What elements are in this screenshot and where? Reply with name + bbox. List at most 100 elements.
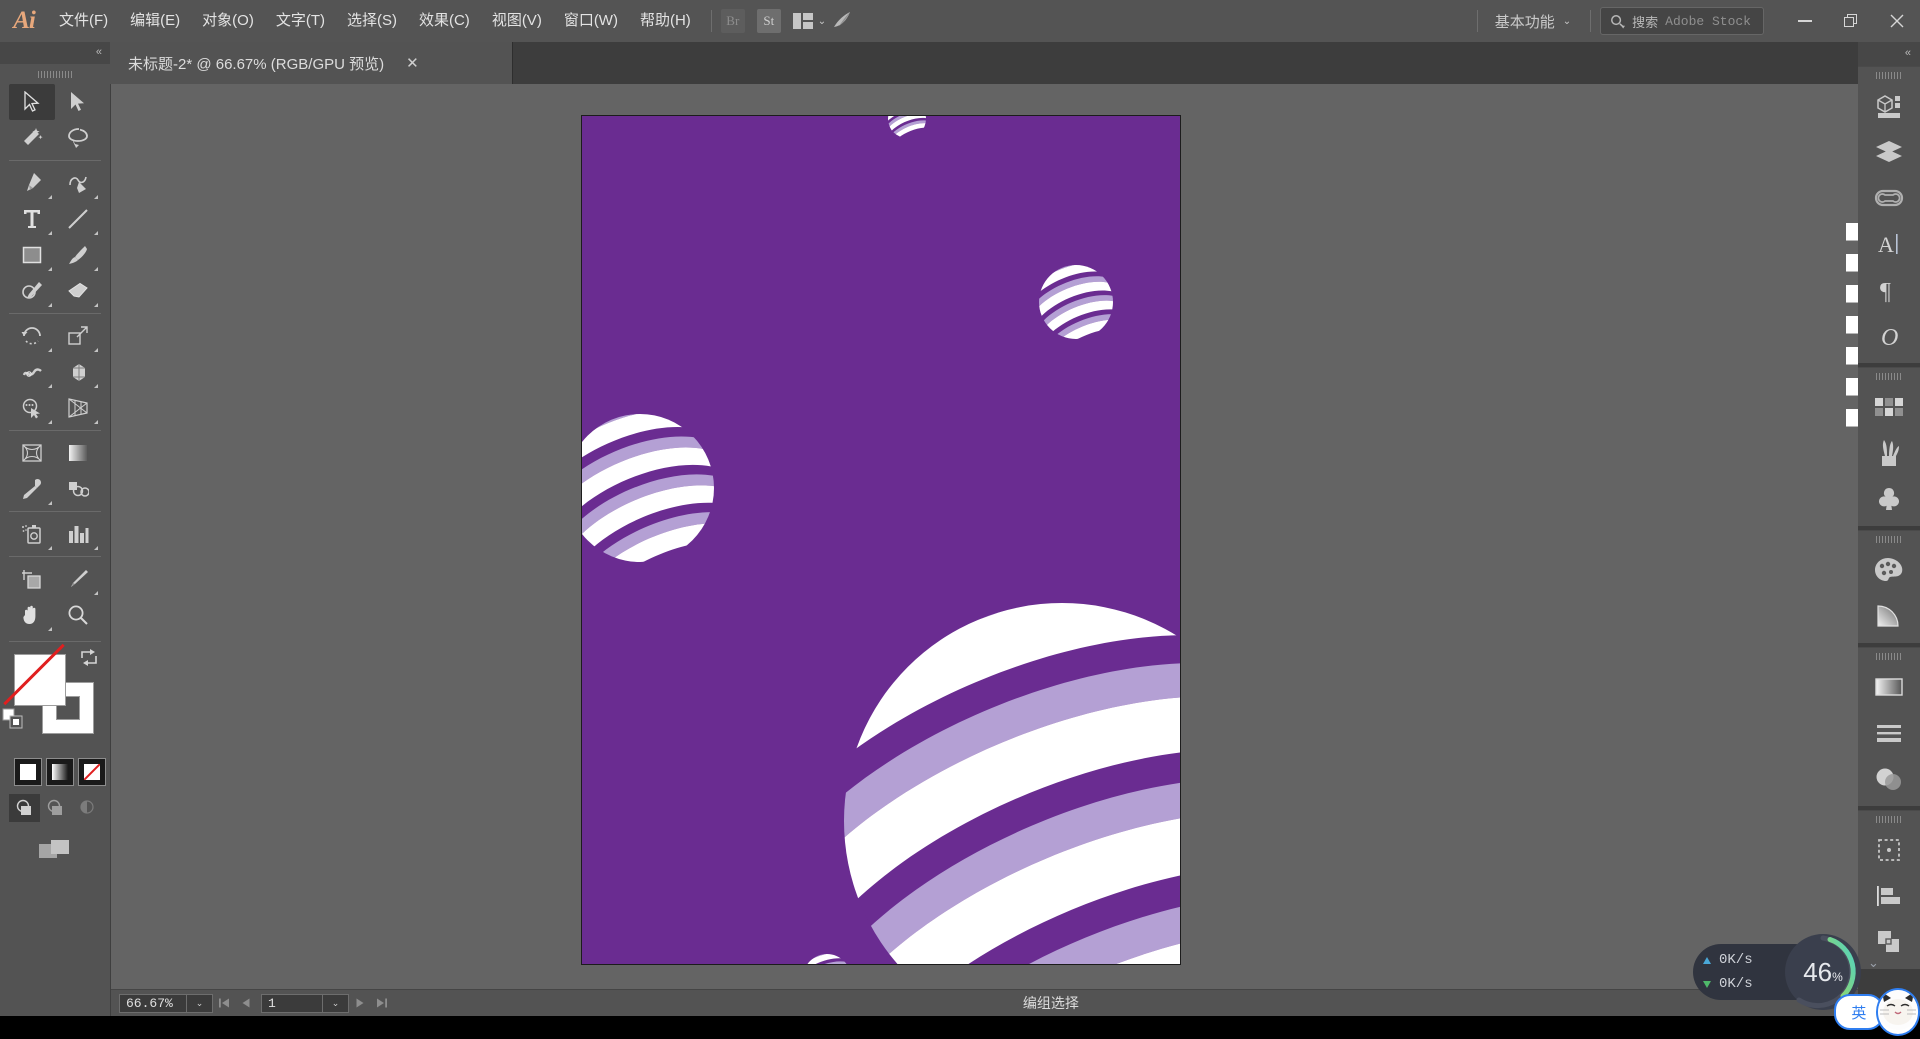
swap-fill-stroke-icon[interactable]	[78, 648, 100, 668]
zoom-dropdown-button[interactable]: ⌄	[187, 993, 213, 1013]
first-artboard-button[interactable]	[213, 991, 235, 1015]
artboard-dropdown-button[interactable]: ⌄	[323, 993, 349, 1013]
slice-tool[interactable]	[55, 561, 101, 597]
screen-mode-row	[0, 836, 110, 869]
rotate-tool[interactable]	[9, 318, 55, 354]
default-fill-stroke-icon[interactable]	[2, 708, 24, 730]
close-button[interactable]	[1874, 0, 1920, 42]
menu-view[interactable]: 视图(V)	[481, 0, 553, 42]
scale-tool[interactable]	[55, 318, 101, 354]
symbols-icon[interactable]	[1858, 476, 1920, 522]
blend-tool[interactable]	[55, 471, 101, 507]
canvas-area[interactable]: ▲ ▼	[111, 84, 1858, 1016]
bridge-button[interactable]: Br	[720, 9, 745, 33]
magic-wand-tool[interactable]	[9, 120, 55, 156]
transform-icon[interactable]	[1858, 827, 1920, 873]
menu-object[interactable]: 对象(O)	[191, 0, 265, 42]
dock-drag-handle[interactable]	[1858, 531, 1920, 547]
glyphs-icon[interactable]: O	[1858, 313, 1920, 359]
zoom-level-input[interactable]: 66.67%	[119, 993, 187, 1013]
direct-selection-tool[interactable]	[55, 84, 101, 120]
shape-builder-tool[interactable]	[9, 390, 55, 426]
document-tab-title: 未标题-2* @ 66.67% (RGB/GPU 预览)	[128, 55, 385, 73]
type-tool[interactable]	[9, 201, 55, 237]
pen-tool[interactable]	[9, 165, 55, 201]
chevron-down-icon[interactable]: ⌄	[1563, 16, 1571, 27]
fill-stroke-controls	[0, 643, 110, 752]
none-mode-button[interactable]	[78, 758, 106, 786]
brushes-icon[interactable]	[1858, 430, 1920, 476]
menu-window[interactable]: 窗口(W)	[553, 0, 629, 42]
paintbrush-tool[interactable]	[55, 237, 101, 273]
artboard[interactable]	[581, 115, 1181, 965]
menu-effect[interactable]: 效果(C)	[408, 0, 481, 42]
free-transform-tool[interactable]	[55, 354, 101, 390]
stock-button[interactable]: St	[756, 9, 781, 33]
stroke-icon[interactable]	[1858, 710, 1920, 756]
document-tab[interactable]: 未标题-2* @ 66.67% (RGB/GPU 预览) ✕	[110, 42, 513, 84]
menu-type[interactable]: 文字(T)	[265, 0, 336, 42]
symbol-sprayer-tool[interactable]	[9, 516, 55, 552]
shaper-tool[interactable]	[9, 273, 55, 309]
last-artboard-button[interactable]	[371, 991, 393, 1015]
chevron-down-icon[interactable]: ⌄	[1868, 955, 1879, 971]
menu-select[interactable]: 选择(S)	[336, 0, 408, 42]
prev-artboard-button[interactable]	[235, 991, 257, 1015]
toolbar-collapse-button[interactable]: «	[0, 42, 110, 64]
paragraph-icon[interactable]: ¶	[1858, 267, 1920, 313]
libraries-icon[interactable]	[1858, 175, 1920, 221]
dock-drag-handle[interactable]	[1858, 67, 1920, 83]
gradient-mode-button[interactable]	[46, 758, 74, 786]
curvature-tool[interactable]	[55, 165, 101, 201]
mesh-tool[interactable]	[9, 435, 55, 471]
change-screen-mode-button[interactable]	[35, 836, 75, 869]
restore-button[interactable]	[1828, 0, 1874, 42]
dock-collapse-button[interactable]: «	[1858, 42, 1920, 66]
rectangle-tool[interactable]	[9, 237, 55, 273]
dock-drag-handle[interactable]	[1858, 648, 1920, 664]
selection-tool[interactable]	[9, 84, 55, 120]
column-graph-tool[interactable]	[55, 516, 101, 552]
character-icon[interactable]: A	[1858, 221, 1920, 267]
close-icon[interactable]: ✕	[406, 56, 419, 71]
dock-drag-handle[interactable]	[1858, 811, 1920, 827]
hand-tool[interactable]	[9, 597, 55, 633]
workspace-switcher[interactable]: 基本功能	[1487, 11, 1563, 32]
cat-avatar-icon[interactable]	[1875, 988, 1920, 1036]
arrange-documents-icon[interactable]: ⌄	[792, 13, 826, 29]
artboard-tool[interactable]	[9, 561, 55, 597]
eyedropper-tool[interactable]	[9, 471, 55, 507]
artboard-number-input[interactable]: 1	[261, 993, 323, 1013]
menu-edit[interactable]: 编辑(E)	[119, 0, 191, 42]
line-segment-tool[interactable]	[55, 201, 101, 237]
minimize-button[interactable]	[1782, 0, 1828, 42]
width-tool[interactable]	[9, 354, 55, 390]
discover-icon[interactable]	[830, 10, 854, 33]
artboard-artwork	[582, 116, 1180, 964]
toolbar-drag-handle[interactable]	[0, 64, 110, 84]
menu-help[interactable]: 帮助(H)	[629, 0, 702, 42]
zoom-tool[interactable]	[55, 597, 101, 633]
draw-behind-button[interactable]	[40, 794, 71, 822]
transparency-icon[interactable]	[1858, 756, 1920, 802]
gradient-tool[interactable]	[55, 435, 101, 471]
color-guide-icon[interactable]	[1858, 593, 1920, 639]
perspective-grid-tool[interactable]	[55, 390, 101, 426]
properties-icon[interactable]	[1858, 83, 1920, 129]
eraser-tool[interactable]	[55, 273, 101, 309]
color-mode-button[interactable]	[14, 758, 42, 786]
draw-inside-button[interactable]	[71, 794, 102, 822]
draw-normal-button[interactable]	[9, 794, 40, 822]
ime-indicator[interactable]: 英	[1834, 988, 1920, 1036]
fill-swatch[interactable]	[14, 654, 66, 706]
swatches-icon[interactable]	[1858, 384, 1920, 430]
stock-search-input[interactable]: 搜索 Adobe Stock	[1600, 7, 1764, 35]
layers-icon[interactable]	[1858, 129, 1920, 175]
align-icon[interactable]	[1858, 873, 1920, 919]
lasso-tool[interactable]	[55, 120, 101, 156]
next-artboard-button[interactable]	[349, 991, 371, 1015]
dock-drag-handle[interactable]	[1858, 368, 1920, 384]
gradient-icon[interactable]	[1858, 664, 1920, 710]
color-icon[interactable]	[1858, 547, 1920, 593]
menu-file[interactable]: 文件(F)	[48, 0, 119, 42]
